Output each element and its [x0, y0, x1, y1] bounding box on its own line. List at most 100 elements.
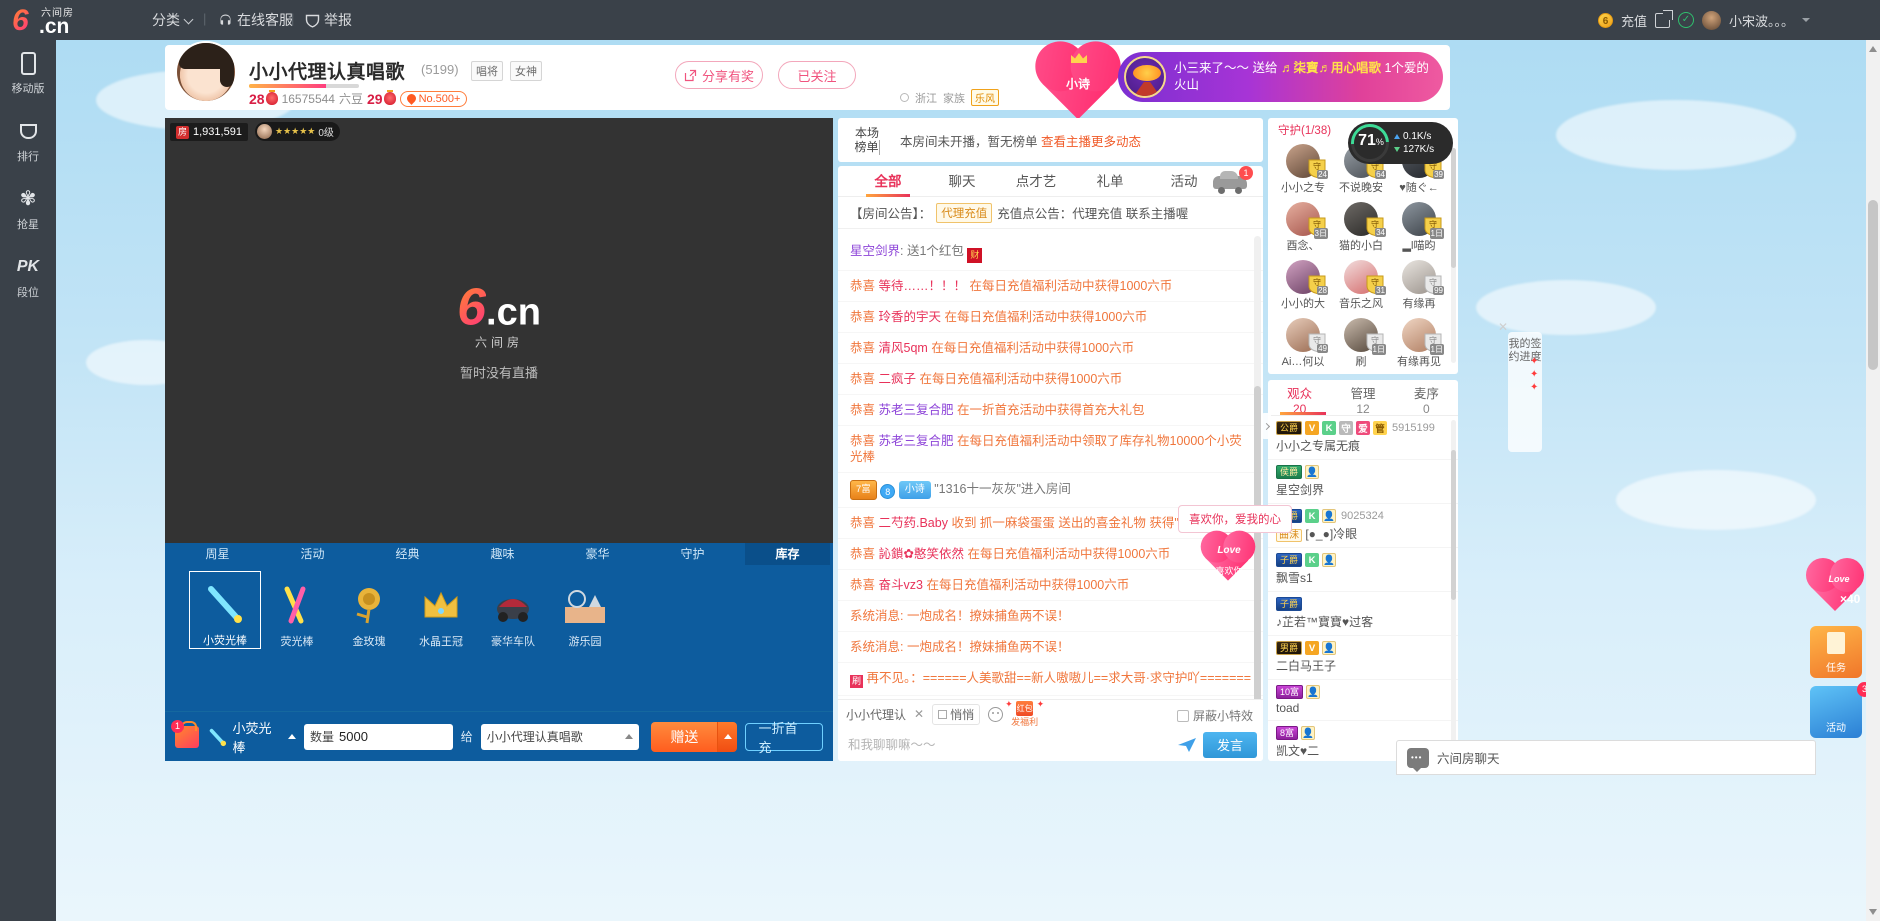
anchor-avatar[interactable] — [175, 41, 237, 103]
send-gift-button[interactable]: 赠送 — [651, 721, 718, 752]
tab-admins[interactable]: 管理 12 — [1331, 380, 1394, 416]
chat-message-name[interactable]: 苏老三复合肥 — [879, 403, 954, 417]
recharge-link[interactable]: 充值 — [1621, 11, 1647, 30]
tab-chat[interactable]: 聊天 — [930, 166, 994, 197]
nav-category[interactable]: 分类 — [152, 10, 194, 30]
share-button[interactable]: 分享有奖 — [675, 61, 763, 89]
guardian-item[interactable]: 守 1日 刷 — [1332, 318, 1390, 374]
tab-talent[interactable]: 点才艺 — [1004, 166, 1068, 197]
nav-support[interactable]: 在线客服 — [218, 10, 293, 30]
viewer-row[interactable]: 子爵 ♪芷若™寶寶♥过客 — [1268, 592, 1458, 636]
chat-message-name[interactable]: 清风5qm — [879, 341, 928, 355]
guardian-item[interactable]: 守 1日 有缘再见 — [1390, 318, 1448, 374]
car-icon[interactable]: 1 — [1213, 166, 1253, 194]
chat-scrollbar[interactable] — [1254, 236, 1261, 716]
sidebar-item-mobile[interactable]: 移动版 — [0, 40, 56, 108]
chat-message-name[interactable]: 奋斗vz3 — [879, 578, 923, 592]
recipient-select[interactable]: 小小代理认真唱歌 — [480, 723, 640, 750]
chat-message-list[interactable]: 星空剑界: 送1个红包 财 恭喜 等待……！！！ 在每日充值福利活动中获得100… — [838, 230, 1263, 730]
chat-input[interactable] — [848, 737, 1171, 752]
collapse-panel-button[interactable] — [1261, 413, 1271, 439]
gift-tab-5[interactable]: 守护 — [650, 543, 735, 565]
sidebar-item-rank[interactable]: 排行 — [0, 108, 56, 176]
selected-gift[interactable]: 小荧光棒 — [207, 718, 296, 756]
viewer-row[interactable]: 侯爵 👤 星空剑界 — [1268, 460, 1458, 504]
viewer-scrollbar[interactable] — [1451, 420, 1456, 750]
notice-tag[interactable]: 代理充值 — [936, 202, 993, 223]
close-icon[interactable]: ✕ — [1498, 320, 1510, 334]
emoji-icon[interactable] — [988, 706, 1004, 722]
gift-item-1[interactable]: 荧光棒 — [261, 571, 333, 649]
scroll-up-icon[interactable] — [1869, 46, 1877, 52]
float-activity-button[interactable]: 活动 3 — [1810, 682, 1872, 742]
guardian-scrollbar[interactable] — [1451, 148, 1456, 363]
chat-message-name[interactable]: 玲香的宇天 — [879, 310, 942, 324]
viewer-row[interactable]: 10富 👤 toad — [1268, 680, 1458, 721]
post-message-button[interactable]: 发言 — [1203, 731, 1257, 758]
viewer-level-pill[interactable]: ★★★★★ 0级 — [255, 122, 340, 141]
page-scrollbar[interactable] — [1866, 40, 1880, 921]
follow-button[interactable]: 已关注 — [778, 61, 856, 89]
float-task-button[interactable]: 任务 — [1810, 626, 1870, 682]
quantity-stepper[interactable]: 数量 — [303, 723, 453, 750]
external-link-icon[interactable] — [1654, 9, 1673, 28]
scrollbar-thumb[interactable] — [1868, 200, 1878, 370]
chat-message-name[interactable]: 二芍药.Baby — [879, 516, 948, 530]
gift-item-3[interactable]: 水晶王冠 — [405, 571, 477, 649]
guardian-item[interactable]: 守 49 Ai…何以 — [1274, 318, 1332, 374]
gift-item-0[interactable]: 小荧光棒 — [189, 571, 261, 649]
gift-item-5[interactable]: 游乐园 — [549, 571, 621, 649]
sidebar-item-pk[interactable]: PK 段位 — [0, 244, 56, 312]
guardian-item[interactable]: 守 31 音乐之风 — [1332, 260, 1390, 318]
nav-report[interactable]: 举报 — [305, 10, 352, 30]
sidebar-item-star[interactable]: ✾ 抢星 — [0, 176, 56, 244]
gift-tab-4[interactable]: 豪华 — [555, 543, 640, 565]
username-label[interactable]: 小宋波。。。 — [1729, 11, 1794, 30]
chat-message-name[interactable]: 等待……！！！ — [879, 279, 967, 293]
tab-mic-queue[interactable]: 麦序 0 — [1395, 380, 1458, 416]
chat-widget-bar[interactable]: ••• 六间房聊天 — [1396, 740, 1816, 775]
tab-all[interactable]: 全部 — [856, 166, 920, 197]
close-icon[interactable]: ✕ — [914, 707, 924, 721]
gift-tab-2[interactable]: 经典 — [365, 543, 450, 565]
viewer-row[interactable]: 子爵 K 👤 飘雪s1 — [1268, 548, 1458, 592]
verified-icon[interactable]: ✓ — [1677, 12, 1694, 28]
rank-toggle[interactable]: 本场 榜单 — [852, 126, 882, 155]
guardian-item[interactable]: 守 1日 ▂l喵昀 — [1390, 202, 1448, 260]
gift-tab-3[interactable]: 趣味 — [460, 543, 545, 565]
rank-more-link[interactable]: 查看主播更多动态 — [1041, 135, 1141, 149]
hide-effects-checkbox[interactable]: 屏蔽小特效 — [1176, 707, 1253, 724]
gift-tab-0[interactable]: 周星 — [175, 543, 260, 565]
guardian-item[interactable]: 守 24 小小之专 — [1274, 144, 1332, 202]
guardian-item[interactable]: 守 28 小小的大 — [1274, 260, 1332, 318]
benefit-button[interactable]: ✦ ✦ 红包 发福利 — [1005, 699, 1044, 728]
viewer-row[interactable]: 男爵 V 👤 二白马王子 — [1268, 636, 1458, 680]
guardian-item[interactable]: 守 99 有缘再 — [1390, 260, 1448, 318]
heart-gift-badge[interactable]: 小诗 — [1042, 48, 1119, 120]
tab-viewers[interactable]: 观众 20 — [1268, 380, 1331, 416]
gift-tab-1[interactable]: 活动 — [270, 543, 355, 565]
scroll-down-icon[interactable] — [1869, 909, 1877, 915]
site-logo[interactable]: 六间房 6 .cn — [8, 2, 90, 38]
gift-item-4[interactable]: 豪华车队 — [477, 571, 549, 649]
whisper-toggle[interactable]: 悄悄 — [932, 703, 981, 725]
gift-bag-icon[interactable]: 1 — [171, 719, 199, 748]
video-player[interactable]: 房 1,931,591 ★★★★★ 0级 6.cn 六间房 暂时没有直播 — [165, 118, 833, 543]
tab-activity[interactable]: 活动 — [1152, 166, 1216, 197]
avatar[interactable] — [1701, 10, 1721, 30]
chevron-up-icon[interactable] — [287, 734, 296, 739]
event-banner[interactable]: 小三来了～～ 送给 ♬柒寶♬用心唱歌 1个爱的火山 — [1118, 52, 1443, 102]
guardian-item[interactable]: 守 3日 酉念、 — [1274, 202, 1332, 260]
viewer-row[interactable]: 公爵 V K 守 爱 管 5915199 小小之专属无痕 — [1268, 416, 1458, 460]
tab-gifts[interactable]: 礼单 — [1078, 166, 1142, 197]
send-plane-icon[interactable] — [1177, 737, 1197, 753]
chevron-down-icon[interactable] — [1802, 18, 1810, 22]
family-name[interactable]: 乐风 — [971, 89, 999, 106]
send-options-button[interactable] — [717, 721, 738, 752]
recharge-promo-button[interactable]: 一折首充 — [745, 721, 823, 755]
chat-message-name[interactable]: 二疯子 — [879, 372, 917, 386]
viewer-row[interactable]: 子爵 K 👤 9025324 曲沬 [●_●]冷眼 — [1268, 504, 1458, 548]
guardian-item[interactable]: 守 34 猫的小白 — [1332, 202, 1390, 260]
chat-message-name[interactable]: 星空剑界 — [850, 244, 900, 258]
quantity-input[interactable] — [339, 729, 401, 744]
